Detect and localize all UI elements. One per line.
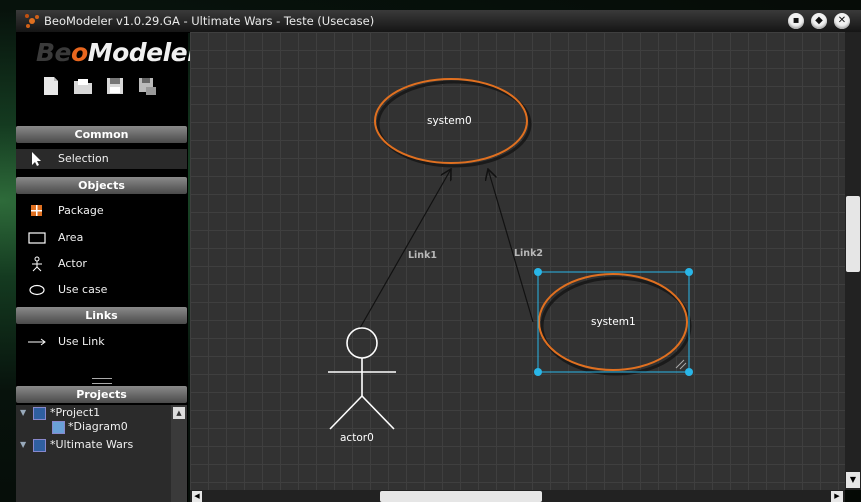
scroll-right-arrow-icon[interactable]: ▶ <box>831 491 843 502</box>
projects-section-header[interactable]: Projects <box>16 386 187 403</box>
link-label: Link2 <box>514 248 544 259</box>
area-icon <box>28 232 46 244</box>
tool-use-link[interactable]: Use Link <box>16 332 187 352</box>
actor-icon <box>32 256 42 272</box>
tool-label: Actor <box>58 257 87 270</box>
usecase-label: system0 <box>427 115 472 127</box>
link2-line[interactable] <box>488 169 534 323</box>
selection-handle[interactable] <box>685 368 693 376</box>
minimize-button[interactable]: ▪ <box>788 13 804 29</box>
tool-label: Use case <box>58 283 108 296</box>
tree-item-project[interactable]: *Project1 <box>50 406 100 419</box>
tool-actor[interactable]: Actor <box>16 254 187 274</box>
panel-splitter[interactable] <box>92 378 112 384</box>
common-section-header[interactable]: Common <box>16 126 187 143</box>
scroll-up-arrow-icon[interactable]: ▲ <box>173 407 185 419</box>
diagram-canvas[interactable]: system0 system1 actor0 Link1 Link2 <box>190 32 845 490</box>
close-button[interactable]: ✕ <box>834 13 850 29</box>
vertical-scroll-thumb[interactable] <box>846 196 860 272</box>
usecase-label: system1 <box>591 316 636 328</box>
save-icon[interactable] <box>104 75 126 97</box>
link-label: Link1 <box>408 250 438 261</box>
scroll-left-arrow-icon[interactable]: ◀ <box>192 491 202 502</box>
project-icon <box>33 439 46 452</box>
tool-use-case[interactable]: Use case <box>16 280 187 300</box>
objects-section-header[interactable]: Objects <box>16 177 187 194</box>
tool-label: Use Link <box>58 335 105 348</box>
arrow-link-icon <box>28 338 46 346</box>
scroll-down-arrow-icon[interactable]: ▼ <box>846 472 860 488</box>
tool-label: Area <box>58 231 84 244</box>
expand-arrow-icon[interactable]: ▼ <box>20 440 26 449</box>
save-as-icon[interactable] <box>136 75 158 97</box>
expand-arrow-icon[interactable]: ▼ <box>20 408 26 417</box>
selection-handle[interactable] <box>534 368 542 376</box>
canvas-vertical-scrollbar[interactable]: ▼ <box>845 32 861 490</box>
tool-area[interactable]: Area <box>16 228 187 248</box>
projects-scrollbar[interactable]: ▲ <box>171 405 187 502</box>
package-icon <box>31 205 42 216</box>
tool-selection[interactable]: Selection <box>16 149 187 169</box>
app-logo-icon <box>25 14 39 28</box>
window-titlebar[interactable]: BeoModeler v1.0.29.GA - Ultimate Wars - … <box>16 10 861 33</box>
selection-handle[interactable] <box>685 268 693 276</box>
horizontal-scroll-thumb[interactable] <box>380 491 542 502</box>
use-case-icon <box>29 284 45 296</box>
links-section-header[interactable]: Links <box>16 307 187 324</box>
selection-handle[interactable] <box>534 268 542 276</box>
projects-tree: ▼ *Project1 *Diagram0 ▼ *Ultimate Wars <box>16 405 187 502</box>
link1-line[interactable] <box>359 169 451 329</box>
actor-actor0[interactable] <box>328 327 396 430</box>
diagram-icon <box>52 421 65 434</box>
open-folder-icon[interactable] <box>72 75 94 97</box>
resize-grip-icon[interactable] <box>675 359 687 370</box>
actor-label: actor0 <box>340 432 374 444</box>
canvas-horizontal-scrollbar[interactable]: ◀ ▶ <box>190 490 845 502</box>
tool-label: Selection <box>58 152 109 165</box>
project-icon <box>33 407 46 420</box>
tool-package[interactable]: Package <box>16 201 187 221</box>
new-file-icon[interactable] <box>40 75 62 97</box>
app-logo: BeoModeler <box>36 38 199 67</box>
pointer-icon <box>32 152 41 166</box>
tool-label: Package <box>58 204 104 217</box>
window-title: BeoModeler v1.0.29.GA - Ultimate Wars - … <box>44 14 375 28</box>
maximize-button[interactable]: ◆ <box>811 13 827 29</box>
tree-item-diagram[interactable]: *Diagram0 <box>68 420 128 433</box>
diagram-drawing <box>328 78 693 430</box>
tree-item-project[interactable]: *Ultimate Wars <box>50 438 133 451</box>
sidebar-palette: BeoModeler Common Selection Objects Pack… <box>16 32 199 502</box>
